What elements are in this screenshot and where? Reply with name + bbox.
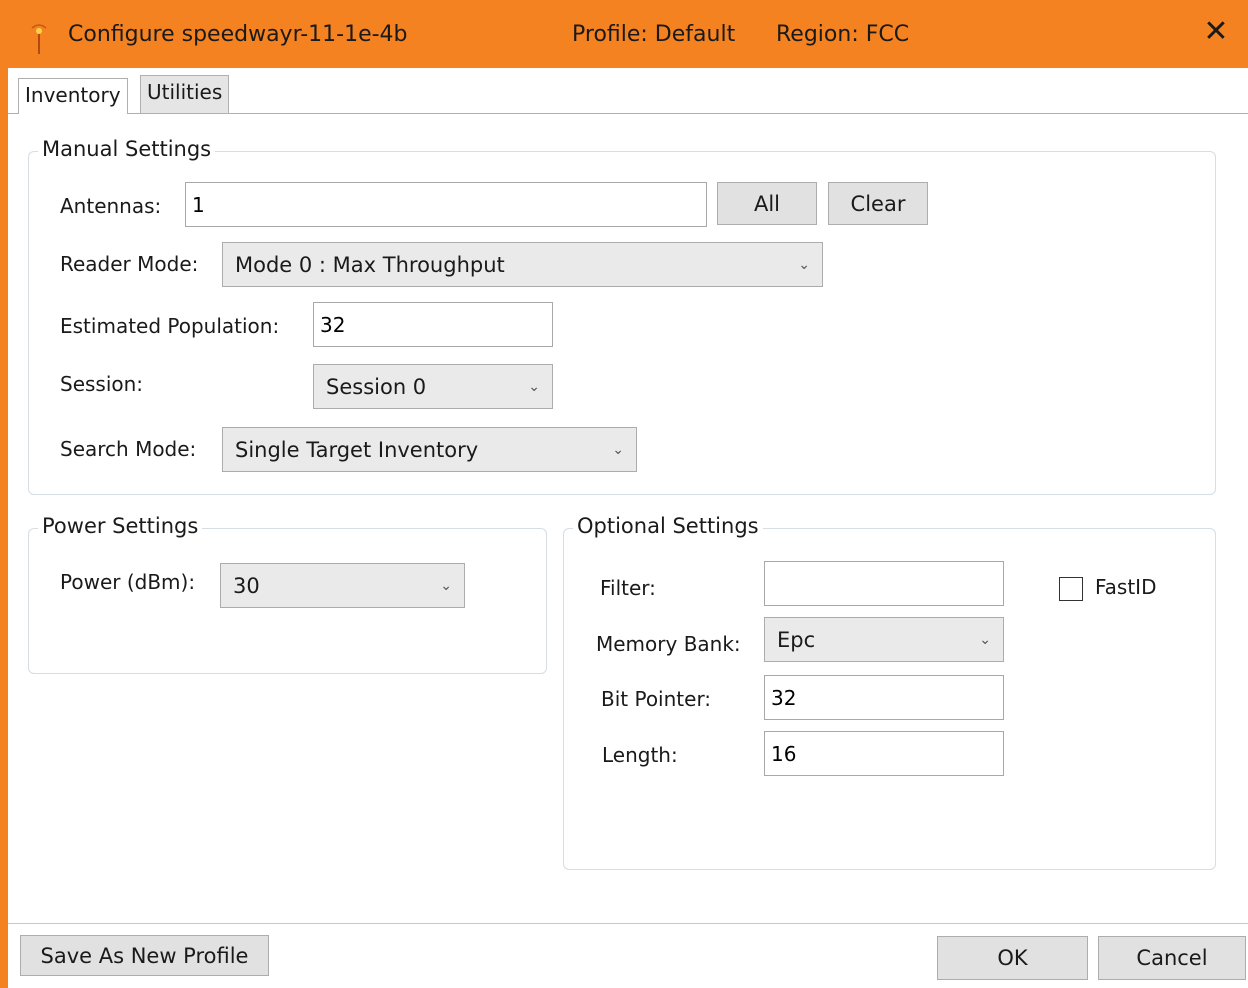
memory-bank-select[interactable]: Epc ⌄ [764,617,1004,662]
optional-settings-legend: Optional Settings [573,514,763,538]
clear-button[interactable]: Clear [828,182,928,225]
bit-pointer-input[interactable] [764,675,1004,720]
session-label: Session: [60,372,144,396]
session-select[interactable]: Session 0 ⌄ [313,364,553,409]
bit-pointer-label: Bit Pointer: [601,687,712,711]
search-mode-label: Search Mode: [60,437,197,461]
tab-strip-divider [8,113,1248,114]
footer-divider [8,923,1248,924]
antennas-input[interactable] [185,182,707,227]
fastid-label: FastID [1095,575,1157,599]
window-border [0,68,8,988]
length-label: Length: [602,743,678,767]
cancel-button[interactable]: Cancel [1098,936,1246,980]
search-mode-value: Single Target Inventory [235,437,479,462]
memory-bank-label: Memory Bank: [596,632,741,656]
chevron-down-icon: ⌄ [979,631,991,648]
reader-mode-label: Reader Mode: [60,252,199,276]
window-title: Configure speedwayr-11-1e-4b [68,22,408,47]
fastid-checkbox[interactable] [1059,577,1083,601]
reader-mode-select[interactable]: Mode 0 : Max Throughput ⌄ [222,242,823,287]
chevron-down-icon: ⌄ [528,378,540,395]
filter-label: Filter: [600,576,656,600]
antenna-icon [28,24,50,54]
chevron-down-icon: ⌄ [440,577,452,594]
chevron-down-icon: ⌄ [612,441,624,458]
estimated-population-label: Estimated Population: [60,314,280,338]
memory-bank-value: Epc [777,627,816,652]
power-select[interactable]: 30 ⌄ [220,563,465,608]
profile-label: Profile: Default [572,22,736,47]
tab-utilities[interactable]: Utilities [140,75,230,113]
filter-input[interactable] [764,561,1004,606]
power-label: Power (dBm): [60,570,196,594]
search-mode-select[interactable]: Single Target Inventory ⌄ [222,427,637,472]
session-value: Session 0 [326,374,427,399]
region-label: Region: FCC [776,22,910,47]
tab-inventory[interactable]: Inventory [18,78,128,114]
ok-button[interactable]: OK [937,936,1088,980]
reader-mode-value: Mode 0 : Max Throughput [235,252,505,277]
power-settings-legend: Power Settings [38,514,203,538]
power-value: 30 [233,573,260,598]
close-icon[interactable]: ✕ [1198,14,1234,50]
chevron-down-icon: ⌄ [798,256,810,273]
manual-settings-legend: Manual Settings [38,137,216,161]
estimated-population-input[interactable] [313,302,553,347]
length-input[interactable] [764,731,1004,776]
antennas-label: Antennas: [60,194,162,218]
all-button[interactable]: All [717,182,817,225]
save-as-new-profile-button[interactable]: Save As New Profile [20,935,269,976]
